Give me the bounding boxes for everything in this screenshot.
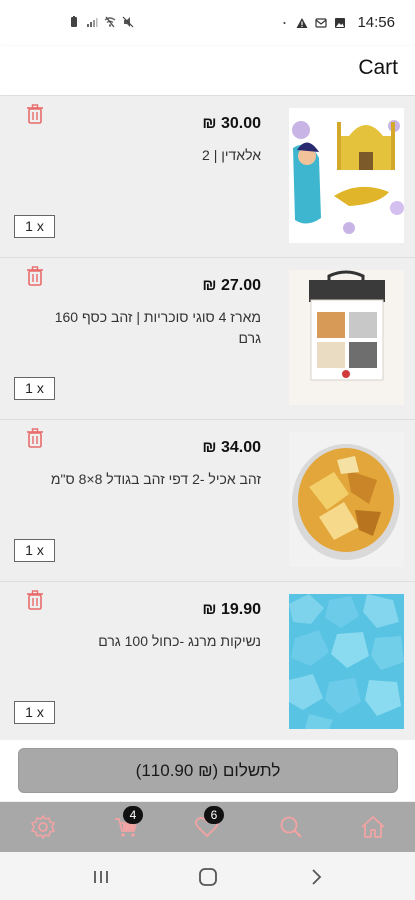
wishlist-nav-item[interactable]: 6 [194, 806, 224, 840]
mute-icon [122, 16, 134, 28]
product-image-aladdin[interactable] [289, 108, 404, 243]
page-title: Cart [358, 56, 398, 79]
cart-item: ₪ 30.00 אלאדין | 2 1 x [0, 96, 415, 258]
product-image-candy-set[interactable] [289, 270, 404, 405]
cart-count-badge: 4 [123, 806, 143, 824]
cart-list: ₪ 30.00 אלאדין | 2 1 x ₪ 27.00 מארז 4 סו… [0, 96, 415, 744]
warning-icon [296, 17, 308, 28]
clock: 14:56 [357, 14, 395, 31]
item-name[interactable]: זהב אכיל -2 דפי זהב בגודל 8×8 ס"מ [41, 469, 261, 490]
item-price: ₪ 27.00 [202, 277, 261, 294]
item-name[interactable]: אלאדין | 2 [41, 145, 261, 166]
item-price: ₪ 34.00 [202, 439, 261, 456]
cart-item: ₪ 34.00 זהב אכיל -2 דפי זהב בגודל 8×8 ס"… [0, 420, 415, 582]
quantity-selector[interactable]: 1 x [14, 215, 55, 238]
checkout-area: לתשלום (₪ 110.90) [0, 740, 415, 801]
home-icon[interactable] [360, 814, 386, 840]
recent-apps-icon[interactable] [90, 866, 112, 888]
checkout-button[interactable]: לתשלום (₪ 110.90) [18, 748, 398, 793]
status-icons-left [68, 16, 134, 28]
product-image-meringue[interactable] [289, 594, 404, 729]
search-icon[interactable] [278, 814, 304, 840]
item-price: ₪ 30.00 [202, 115, 261, 132]
cart-screen: 14:56 Cart ₪ 30.00 אלאדין | 2 1 x ₪ 27.0… [0, 0, 415, 900]
cart-nav-item[interactable]: 4 [113, 806, 143, 840]
voicemail-icon [315, 17, 328, 28]
wifi-off-icon [104, 16, 116, 28]
trash-icon[interactable] [26, 428, 44, 448]
system-nav-bar [0, 852, 415, 900]
cart-item: ₪ 19.90 נשיקות מרנג -כחול 100 גרם 1 x [0, 582, 415, 744]
product-image-gold-leaf[interactable] [289, 432, 404, 567]
battery-icon [71, 16, 77, 27]
trash-icon[interactable] [26, 104, 44, 124]
status-bar: 14:56 [0, 0, 415, 46]
signal-icon [87, 18, 98, 27]
back-icon[interactable] [305, 866, 327, 888]
home-button-icon[interactable] [197, 866, 219, 888]
trash-icon[interactable] [26, 590, 44, 610]
wishlist-count-badge: 6 [204, 806, 224, 824]
dot-icon [283, 21, 286, 24]
item-name[interactable]: נשיקות מרנג -כחול 100 גרם [41, 631, 261, 652]
quantity-selector[interactable]: 1 x [14, 701, 55, 724]
item-price: ₪ 19.90 [202, 601, 261, 618]
quantity-selector[interactable]: 1 x [14, 539, 55, 562]
settings-icon[interactable] [30, 814, 56, 840]
item-name[interactable]: מארז 4 סוגי סוכריות | זהב כסף 160 גרם [41, 307, 261, 349]
trash-icon[interactable] [26, 266, 44, 286]
image-icon [335, 17, 346, 28]
status-icons-right: 14:56 [283, 14, 395, 31]
quantity-selector[interactable]: 1 x [14, 377, 55, 400]
app-bar: Cart [0, 46, 415, 95]
cart-item: ₪ 27.00 מארז 4 סוגי סוכריות | זהב כסף 16… [0, 258, 415, 420]
bottom-nav: 4 6 [0, 802, 415, 852]
